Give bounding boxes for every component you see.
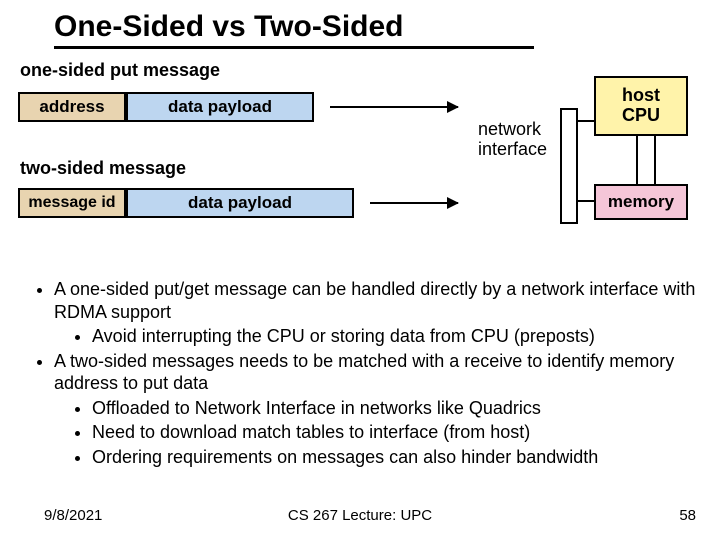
host-cpu-line1: host xyxy=(622,86,660,106)
bullet-1: A one-sided put/get message can be handl… xyxy=(54,278,700,323)
arrow-two-sided xyxy=(370,202,458,204)
footer-center: CS 267 Lecture: UPC xyxy=(0,507,720,524)
msg2-id-box: message id xyxy=(18,188,126,218)
slide-title: One-Sided vs Two-Sided xyxy=(54,10,534,49)
connector-ni-mem xyxy=(578,200,594,202)
arrow-one-sided xyxy=(330,106,458,108)
bullet-2: A two-sided messages needs to be matched… xyxy=(54,350,700,395)
msg2-payload-box: data payload xyxy=(126,188,354,218)
bullet-list: A one-sided put/get message can be handl… xyxy=(30,278,700,470)
section-one-sided-label: one-sided put message xyxy=(20,60,220,81)
ni-line1: network xyxy=(478,119,541,139)
footer-page: 58 xyxy=(679,507,696,524)
host-cpu-box: host CPU xyxy=(594,76,688,136)
msg1-payload-box: data payload xyxy=(126,92,314,122)
network-interface-bar xyxy=(560,108,578,224)
bullet-1a: Avoid interrupting the CPU or storing da… xyxy=(92,325,700,348)
bullet-2c: Ordering requirements on messages can al… xyxy=(92,446,700,469)
bullet-2a: Offloaded to Network Interface in networ… xyxy=(92,397,700,420)
connector-ni-cpu xyxy=(578,120,594,122)
memory-box: memory xyxy=(594,184,688,220)
section-two-sided-label: two-sided message xyxy=(20,158,186,179)
bullet-2b: Need to download match tables to interfa… xyxy=(92,421,700,444)
msg1-address-box: address xyxy=(18,92,126,122)
ni-line2: interface xyxy=(478,139,547,159)
connector-cpu-mem-left xyxy=(636,136,638,184)
connector-cpu-mem-right xyxy=(654,136,656,184)
host-cpu-line2: CPU xyxy=(622,106,660,126)
network-interface-label: network interface xyxy=(478,120,547,160)
